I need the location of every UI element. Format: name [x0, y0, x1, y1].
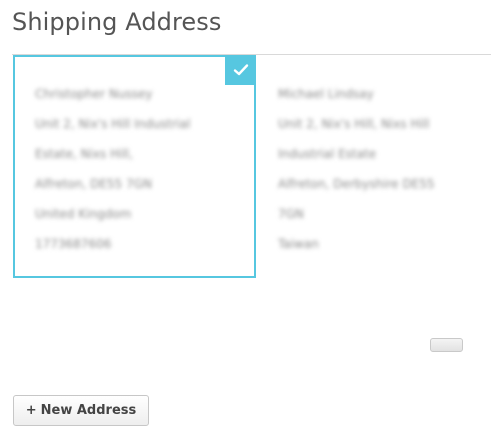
address-phone: 1773687606: [35, 237, 112, 251]
address-country: United Kingdom: [35, 207, 132, 221]
address-name: Christopher Nussey: [35, 87, 153, 101]
new-address-button[interactable]: + New Address: [13, 395, 149, 426]
address-lines: Christopher Nussey Unit 2, Nix's Hill In…: [35, 85, 190, 265]
address-line: Unit 2, Nix's Hill, Nixs Hill: [278, 117, 430, 131]
small-gray-button[interactable]: [430, 338, 463, 352]
address-line: Unit 2, Nix's Hill Industrial: [35, 117, 191, 131]
page-title: Shipping Address: [12, 8, 222, 36]
address-city-postcode: Alfreton, DE55 7GN: [35, 177, 152, 191]
address-line: Industrial Estate: [278, 147, 377, 161]
address-country: Taiwan: [278, 237, 319, 251]
address-line: Estate, Nixs Hill,: [35, 147, 133, 161]
address-lines: Michael Lindsay Unit 2, Nix's Hill, Nixs…: [278, 85, 435, 265]
address-name: Michael Lindsay: [278, 87, 374, 101]
check-icon: [233, 64, 248, 76]
address-card-1[interactable]: Christopher Nussey Unit 2, Nix's Hill In…: [13, 55, 256, 278]
address-city-postcode: Alfreton, Derbyshire DE55: [278, 177, 435, 191]
plus-icon: +: [25, 403, 37, 418]
new-address-label: New Address: [40, 403, 137, 418]
selected-badge: [225, 55, 256, 85]
address-postcode: 7GN: [278, 207, 304, 221]
address-card-2[interactable]: Michael Lindsay Unit 2, Nix's Hill, Nixs…: [262, 55, 491, 278]
